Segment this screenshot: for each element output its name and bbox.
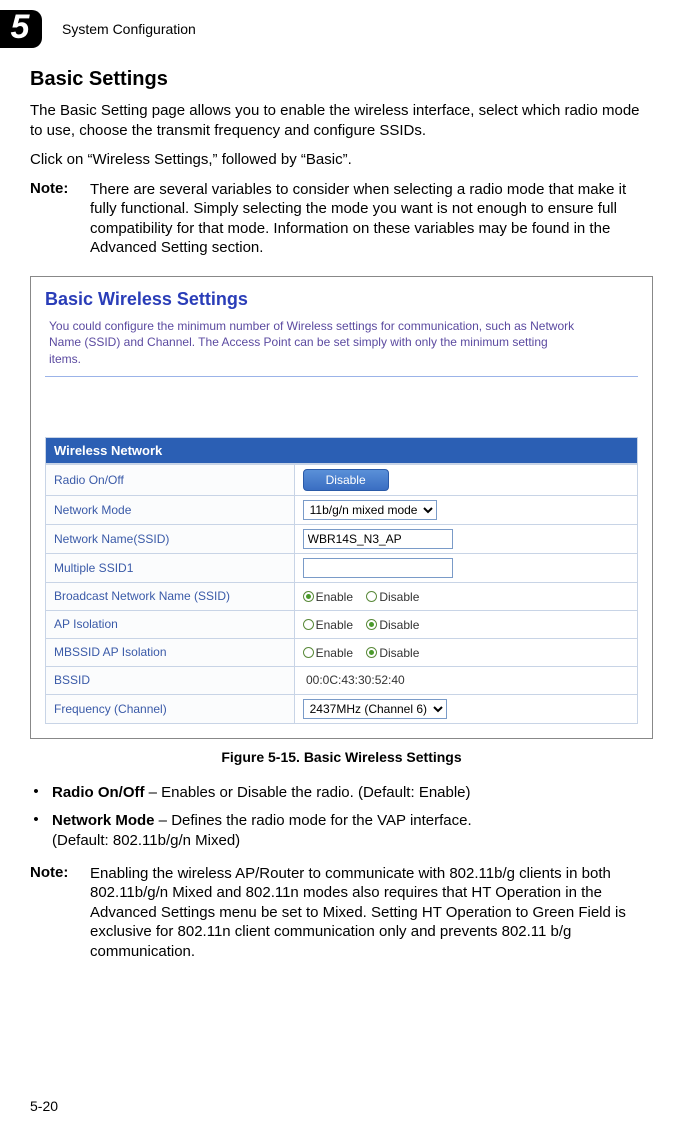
mbssid-enable-label: Enable bbox=[316, 646, 353, 660]
mbssid-enable-radio[interactable] bbox=[303, 647, 314, 658]
bullet-rest: – Enables or Disable the radio. (Default… bbox=[145, 784, 471, 801]
figure-caption: Figure 5-15. Basic Wireless Settings bbox=[30, 749, 653, 765]
intro-paragraph-1: The Basic Setting page allows you to ena… bbox=[30, 101, 653, 140]
label-mbssid: MBSSID AP Isolation bbox=[46, 638, 295, 666]
bullet-dot-icon: • bbox=[30, 811, 42, 852]
row-mssid1: Multiple SSID1 bbox=[46, 553, 638, 582]
label-frequency: Frequency (Channel) bbox=[46, 694, 295, 723]
bullet-radio-onoff: • Radio On/Off – Enables or Disable the … bbox=[30, 783, 653, 803]
label-network-mode: Network Mode bbox=[46, 495, 295, 524]
figure-subtitle: You could configure the minimum number o… bbox=[45, 318, 579, 368]
chapter-caption: System Configuration bbox=[62, 21, 196, 37]
row-radio-onoff: Radio On/Off Disable bbox=[46, 464, 638, 495]
row-frequency: Frequency (Channel) 2437MHz (Channel 6) bbox=[46, 694, 638, 723]
row-ap-isolation: AP Isolation Enable Disable bbox=[46, 610, 638, 638]
mbssid-disable-label: Disable bbox=[379, 646, 419, 660]
bullet-rest-line2: (Default: 802.11b/g/n Mixed) bbox=[52, 832, 240, 849]
value-bssid: 00:0C:43:30:52:40 bbox=[294, 666, 637, 694]
mssid1-input[interactable] bbox=[303, 558, 453, 578]
broadcast-disable-label: Disable bbox=[379, 590, 419, 604]
note-label: Note: bbox=[30, 180, 80, 258]
row-bssid: BSSID 00:0C:43:30:52:40 bbox=[46, 666, 638, 694]
note-text: There are several variables to consider … bbox=[90, 180, 653, 258]
label-ap-isolation: AP Isolation bbox=[46, 610, 295, 638]
intro-paragraph-2: Click on “Wireless Settings,” followed b… bbox=[30, 150, 653, 170]
page-header: 5 System Configuration bbox=[0, 10, 653, 48]
section-title: Basic Settings bbox=[30, 68, 653, 91]
row-ssid: Network Name(SSID) bbox=[46, 524, 638, 553]
label-mssid1: Multiple SSID1 bbox=[46, 553, 295, 582]
row-mbssid: MBSSID AP Isolation Enable Disable bbox=[46, 638, 638, 666]
broadcast-enable-label: Enable bbox=[316, 590, 353, 604]
apiso-disable-radio[interactable] bbox=[366, 619, 377, 630]
divider bbox=[45, 376, 638, 377]
row-network-mode: Network Mode 11b/g/n mixed mode bbox=[46, 495, 638, 524]
frequency-select[interactable]: 2437MHz (Channel 6) bbox=[303, 699, 447, 719]
label-bssid: BSSID bbox=[46, 666, 295, 694]
ssid-input[interactable] bbox=[303, 529, 453, 549]
label-ssid: Network Name(SSID) bbox=[46, 524, 295, 553]
bullet-network-mode: • Network Mode – Defines the radio mode … bbox=[30, 811, 653, 852]
label-radio-onoff: Radio On/Off bbox=[46, 464, 295, 495]
figure-box: Basic Wireless Settings You could config… bbox=[30, 276, 653, 739]
row-broadcast: Broadcast Network Name (SSID) Enable Dis… bbox=[46, 582, 638, 610]
bullet-text: Radio On/Off – Enables or Disable the ra… bbox=[52, 783, 653, 803]
label-broadcast: Broadcast Network Name (SSID) bbox=[46, 582, 295, 610]
bullet-bold: Network Mode bbox=[52, 812, 155, 829]
note-label: Note: bbox=[30, 864, 80, 962]
page-number: 5-20 bbox=[30, 1098, 58, 1114]
bullet-text: Network Mode – Defines the radio mode fo… bbox=[52, 811, 653, 852]
broadcast-enable-radio[interactable] bbox=[303, 591, 314, 602]
note-block-1: Note: There are several variables to con… bbox=[30, 180, 653, 258]
bullet-rest-line1: – Defines the radio mode for the VAP int… bbox=[155, 812, 472, 829]
broadcast-disable-radio[interactable] bbox=[366, 591, 377, 602]
note-text: Enabling the wireless AP/Router to commu… bbox=[90, 864, 653, 962]
bullet-bold: Radio On/Off bbox=[52, 784, 145, 801]
network-mode-select[interactable]: 11b/g/n mixed mode bbox=[303, 500, 437, 520]
figure-title: Basic Wireless Settings bbox=[45, 289, 638, 310]
disable-button[interactable]: Disable bbox=[303, 469, 389, 491]
apiso-disable-label: Disable bbox=[379, 618, 419, 632]
note-block-2: Note: Enabling the wireless AP/Router to… bbox=[30, 864, 653, 962]
mbssid-disable-radio[interactable] bbox=[366, 647, 377, 658]
chapter-number-badge: 5 bbox=[0, 10, 42, 48]
bullet-dot-icon: • bbox=[30, 783, 42, 803]
table-header: Wireless Network bbox=[45, 437, 638, 464]
apiso-enable-radio[interactable] bbox=[303, 619, 314, 630]
apiso-enable-label: Enable bbox=[316, 618, 353, 632]
settings-table: Radio On/Off Disable Network Mode 11b/g/… bbox=[45, 464, 638, 724]
